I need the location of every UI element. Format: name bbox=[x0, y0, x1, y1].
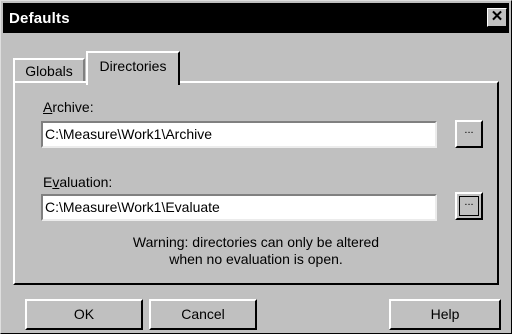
archive-path-field[interactable]: C:\Measure\Work1\Archive bbox=[41, 121, 437, 148]
directories-panel: Archive: C:\Measure\Work1\Archive ... Ev… bbox=[13, 81, 499, 285]
ok-button[interactable]: OK bbox=[25, 299, 143, 330]
warning-line-2: when no evaluation is open. bbox=[169, 251, 343, 267]
title-bar: Defaults ✕ bbox=[3, 3, 509, 33]
archive-label: Archive: bbox=[43, 99, 94, 115]
close-button[interactable]: ✕ bbox=[487, 8, 507, 27]
tab-directories-label: Directories bbox=[99, 58, 167, 74]
evaluation-path-field[interactable]: C:\Measure\Work1\Evaluate bbox=[41, 194, 437, 221]
window-title: Defaults bbox=[9, 10, 70, 27]
tab-directories[interactable]: Directories bbox=[86, 51, 180, 85]
close-icon: ✕ bbox=[490, 8, 504, 25]
evaluation-label: Evaluation: bbox=[43, 174, 113, 190]
evaluation-browse-button[interactable]: ... bbox=[455, 192, 483, 220]
tab-globals-label: Globals bbox=[25, 63, 73, 79]
warning-line-1: Warning: directories can only be altered bbox=[132, 234, 380, 250]
archive-browse-button[interactable]: ... bbox=[455, 120, 483, 148]
help-button[interactable]: Help bbox=[389, 299, 501, 330]
cancel-button[interactable]: Cancel bbox=[149, 299, 257, 330]
defaults-dialog: Defaults ✕ Globals Directories Archive: … bbox=[0, 0, 512, 334]
